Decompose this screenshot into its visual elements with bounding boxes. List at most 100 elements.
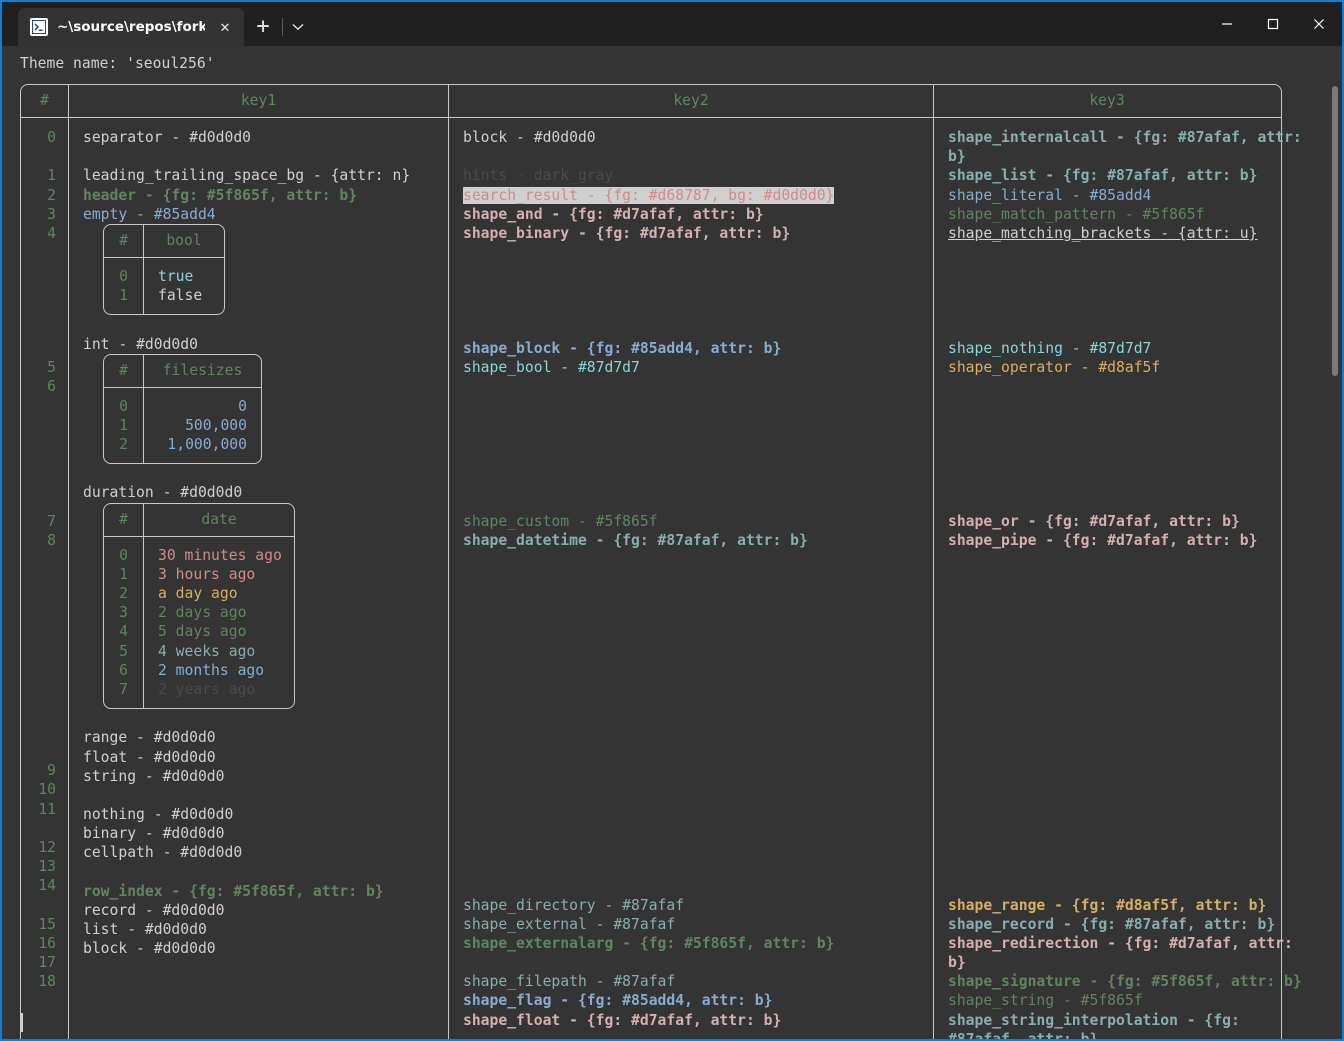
- theme-entry: shape_matching_brackets - {attr: u}: [948, 224, 1258, 242]
- row-index: 5: [47, 359, 56, 377]
- text-cursor: [21, 1013, 23, 1032]
- theme-entry: binary - #d0d0d0: [83, 825, 225, 843]
- sub-row-value: 5 days ago: [158, 623, 247, 641]
- theme-entry: string - #d0d0d0: [83, 767, 225, 785]
- theme-entry: shape_block - {fg: #85add4, attr: b}: [463, 340, 782, 358]
- row-index: 1: [47, 167, 56, 185]
- sub-row-value: 30 minutes ago: [158, 546, 282, 564]
- row-index: 16: [38, 934, 56, 952]
- table-header-row: # key1 key2 key3: [21, 85, 1281, 118]
- theme-entry: [463, 416, 933, 435]
- theme-entry: shape_binary - {fg: #d7afaf, attr: b}: [463, 224, 791, 242]
- sub-row-index: 5: [119, 642, 128, 660]
- sub-row-value: 0: [238, 397, 247, 415]
- terminal-scrollbar[interactable]: [1332, 86, 1338, 376]
- terminal-tab[interactable]: ~\source\repos\forks\nu_scrip ✕: [18, 8, 244, 46]
- row-index: 8: [47, 531, 56, 549]
- theme-entry: [948, 243, 1280, 262]
- close-button[interactable]: [1296, 2, 1342, 46]
- tab-close-icon[interactable]: ✕: [214, 16, 236, 38]
- theme-entry: cellpath - #d0d0d0: [83, 844, 243, 862]
- sub-column-header-value: date: [201, 511, 237, 529]
- table-body: 0 1234 56 78 9 10 11 12 13 14 15 16 17 18 separ…: [21, 118, 1302, 1039]
- terminal-window: ~\source\repos\forks\nu_scrip ✕ + Theme …: [0, 0, 1344, 1041]
- theme-entry: shape_redirection - {fg: #d7afaf, attr:: [948, 934, 1293, 952]
- title-bar: ~\source\repos\forks\nu_scrip ✕ +: [2, 2, 1342, 46]
- row-index: 17: [38, 954, 56, 972]
- terminal-content[interactable]: Theme name: 'seoul256' # key1 key2 key3 …: [2, 46, 1342, 1039]
- theme-entry: [948, 262, 1280, 281]
- row-index: 2: [47, 186, 56, 204]
- row-index: 18: [38, 973, 56, 991]
- theme-entry: row_index - {fg: #5f865f, attr: b}: [83, 882, 384, 900]
- sub-row-index-column: 01: [104, 257, 144, 315]
- minimize-button[interactable]: [1204, 2, 1250, 46]
- row-index: 4: [47, 224, 56, 242]
- theme-entry: [463, 435, 933, 454]
- theme-entry: shape_filepath - #87afaf: [463, 973, 676, 991]
- chevron-down-icon[interactable]: [283, 8, 313, 46]
- row-index: 10: [38, 781, 56, 799]
- sub-column-header-index: #: [104, 354, 144, 387]
- theme-entry: [948, 397, 1280, 416]
- theme-entry: [463, 473, 933, 492]
- theme-entry: hints - dark_gray: [463, 167, 614, 185]
- theme-entry: [463, 1030, 933, 1039]
- sub-row-value: 4 weeks ago: [158, 642, 256, 660]
- sub-row-value: false: [158, 287, 203, 305]
- theme-entry: shape_operator - #d8af5f: [948, 359, 1161, 377]
- theme-entry: shape_external - #87afaf: [463, 915, 676, 933]
- theme-entry: shape_or - {fg: #d7afaf, attr: b}: [948, 512, 1240, 530]
- maximize-button[interactable]: [1250, 2, 1296, 46]
- sub-row-value: a day ago: [158, 585, 238, 602]
- sub-row-index: 1: [119, 565, 128, 583]
- bool-subtable: # bool 0 1 true false: [103, 223, 225, 316]
- sub-column-header-index: #: [104, 224, 144, 257]
- theme-entry: [463, 377, 933, 396]
- sub-row-index: 0: [119, 397, 128, 415]
- new-tab-button[interactable]: +: [244, 8, 282, 46]
- sub-row-index: 3: [119, 604, 128, 622]
- sub-row-index: 6: [119, 661, 128, 679]
- theme-entry: shape_bool - #87d7d7: [463, 359, 640, 377]
- theme-entry: [948, 377, 1280, 396]
- theme-entry: shape_custom - #5f865f: [463, 512, 658, 530]
- sub-row-value: 2 years ago: [158, 680, 256, 698]
- sub-column-header-index: #: [104, 503, 144, 536]
- column-header-key2: key2: [673, 92, 709, 110]
- theme-entry: [463, 147, 933, 166]
- tab-title: ~\source\repos\forks\nu_scrip: [57, 19, 205, 35]
- theme-entry: block - #d0d0d0: [83, 940, 216, 958]
- row-index: 14: [38, 877, 56, 895]
- sub-row-value: 3 hours ago: [158, 565, 256, 583]
- theme-entry: #87afaf, attr: b}: [948, 1030, 1280, 1039]
- theme-entry: [948, 493, 1280, 512]
